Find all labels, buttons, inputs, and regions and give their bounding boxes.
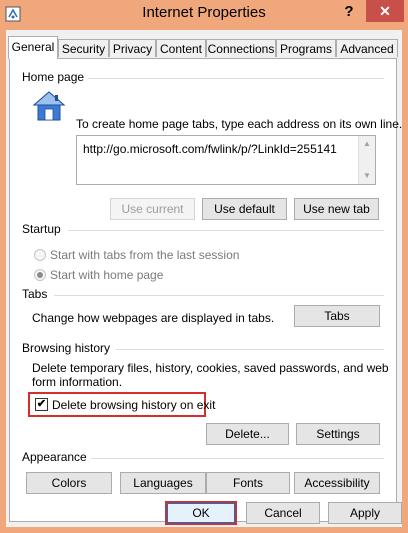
home-page-section-label: Home page	[22, 70, 89, 84]
scroll-down-icon[interactable]: ▼	[359, 168, 375, 184]
url-scrollbar[interactable]: ▲ ▼	[358, 136, 375, 184]
startup-home-page-label: Start with home page	[50, 268, 164, 282]
home-page-url-field[interactable]: http://go.microsoft.com/fwlink/p/?LinkId…	[76, 135, 376, 185]
tab-programs[interactable]: Programs	[276, 39, 336, 57]
browsing-history-section-label: Browsing history	[22, 341, 115, 355]
startup-section-label: Startup	[22, 222, 65, 236]
tab-privacy[interactable]: Privacy	[109, 39, 156, 57]
internet-properties-window: Internet Properties ? ✕ General Security…	[0, 0, 408, 533]
appearance-section-label: Appearance	[22, 450, 91, 464]
home-page-icon	[32, 89, 66, 123]
colors-button[interactable]: Colors	[26, 472, 112, 494]
tab-content[interactable]: Content	[156, 39, 206, 57]
tab-advanced[interactable]: Advanced	[336, 39, 398, 57]
browsing-history-description-line2: form information.	[32, 375, 123, 389]
title-bar[interactable]: Internet Properties ? ✕	[0, 0, 408, 30]
startup-divider	[68, 230, 384, 231]
tabs-description: Change how webpages are displayed in tab…	[32, 311, 275, 325]
browsing-history-divider	[116, 349, 384, 350]
apply-button[interactable]: Apply	[328, 502, 402, 524]
delete-on-exit-checkbox[interactable]: ✔	[35, 398, 48, 411]
delete-on-exit-label: Delete browsing history on exit	[52, 398, 216, 412]
startup-last-session-label: Start with tabs from the last session	[50, 248, 240, 262]
tab-security[interactable]: Security	[58, 39, 109, 57]
dialog-client-area: General Security Privacy Content Connect…	[6, 30, 402, 527]
home-page-instructions: To create home page tabs, type each addr…	[76, 117, 403, 131]
fonts-button[interactable]: Fonts	[206, 472, 290, 494]
startup-home-page-radio[interactable]	[34, 269, 46, 281]
use-default-button[interactable]: Use default	[202, 198, 287, 220]
ok-button[interactable]: OK	[167, 503, 235, 523]
browsing-history-description-line1: Delete temporary files, history, cookies…	[32, 361, 389, 375]
use-new-tab-button[interactable]: Use new tab	[294, 198, 379, 220]
accessibility-button[interactable]: Accessibility	[294, 472, 380, 494]
delete-history-button[interactable]: Delete...	[206, 423, 289, 445]
tab-general[interactable]: General	[8, 36, 58, 59]
startup-last-session-radio[interactable]	[34, 249, 46, 261]
tabs-section-label: Tabs	[22, 287, 52, 301]
tabs-divider	[54, 295, 384, 296]
tabs-settings-button[interactable]: Tabs	[294, 305, 380, 327]
close-button[interactable]: ✕	[366, 0, 404, 22]
languages-button[interactable]: Languages	[120, 472, 206, 494]
help-button[interactable]: ?	[336, 2, 362, 22]
appearance-divider	[90, 458, 384, 459]
history-settings-button[interactable]: Settings	[296, 423, 380, 445]
cancel-button[interactable]: Cancel	[246, 502, 320, 524]
general-tab-panel: Home page To create home page tabs, type…	[9, 58, 402, 522]
tab-connections[interactable]: Connections	[206, 39, 276, 57]
dialog-button-bar: OK Cancel Apply	[6, 494, 402, 527]
use-current-button[interactable]: Use current	[110, 198, 195, 220]
home-page-divider	[80, 78, 384, 79]
home-page-url-text: http://go.microsoft.com/fwlink/p/?LinkId…	[83, 142, 337, 156]
tab-strip: General Security Privacy Content Connect…	[8, 36, 400, 59]
scroll-up-icon[interactable]: ▲	[359, 136, 375, 152]
